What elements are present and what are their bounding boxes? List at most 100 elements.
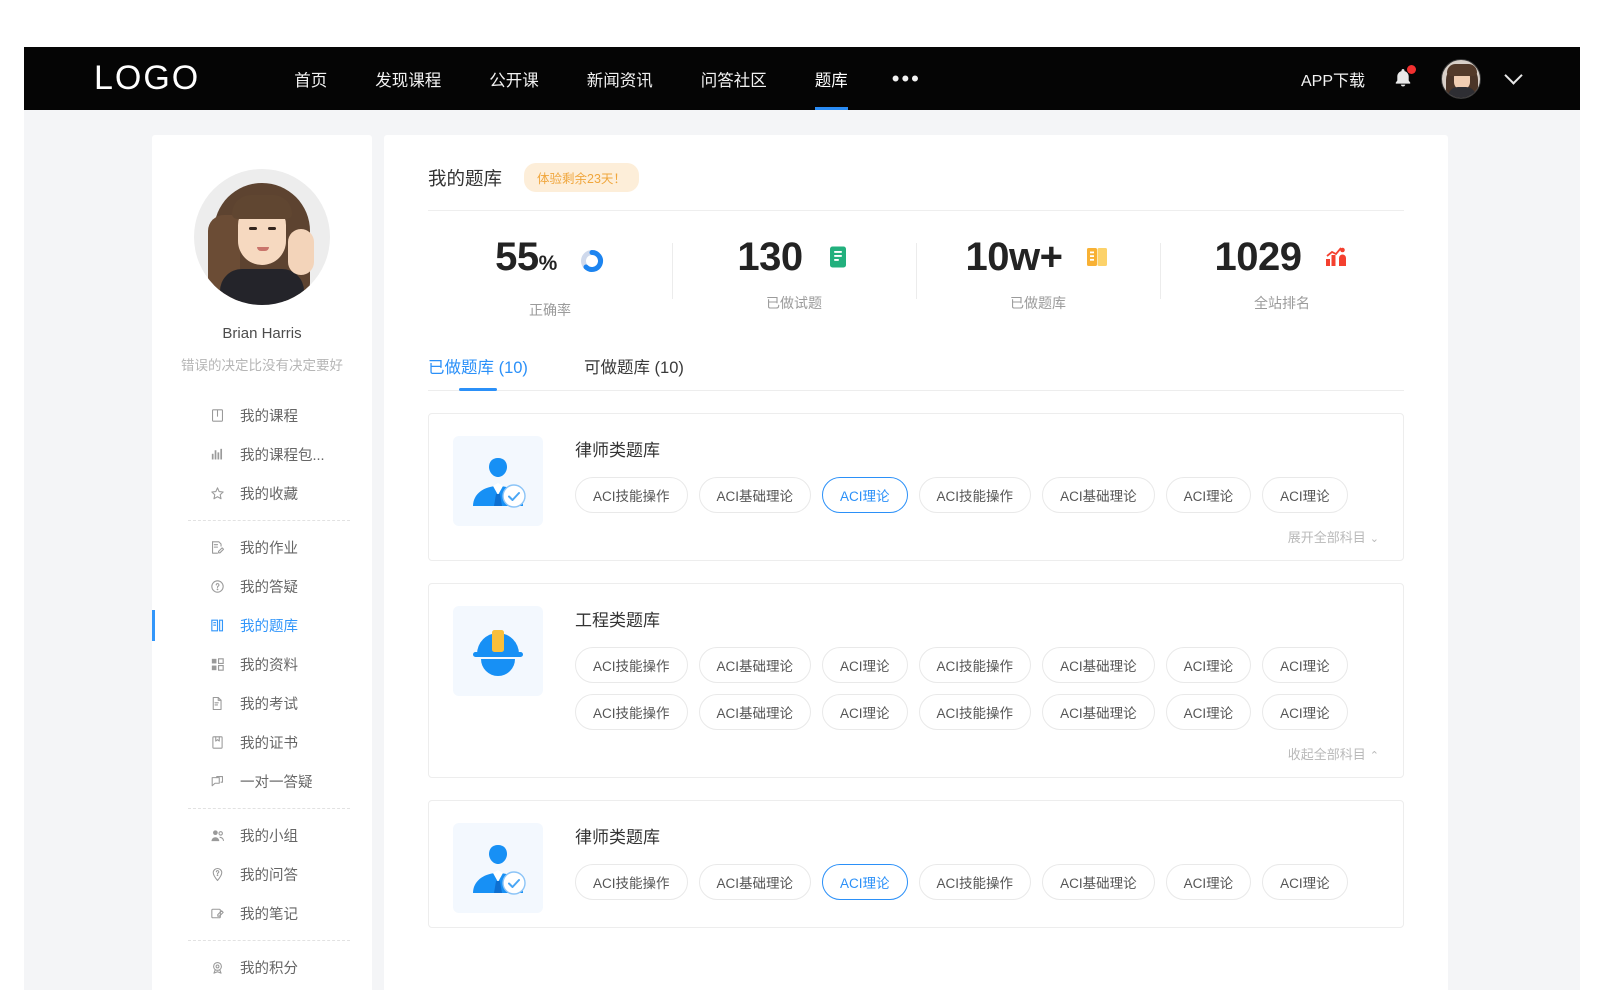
nav-item-label: 公开课 — [489, 67, 539, 91]
subject-chip[interactable]: ACI基础理论 — [1042, 864, 1155, 900]
subject-chip[interactable]: ACI技能操作 — [575, 477, 688, 513]
stats-row: 55%正确率130已做试题10w+已做题库1029全站排名 — [428, 211, 1404, 338]
sidebar-item-2[interactable]: 我的收藏 — [152, 474, 372, 513]
stat-value: 1029 — [1215, 235, 1302, 279]
subject-chip[interactable]: ACI理论 — [822, 477, 908, 513]
site-logo[interactable]: LOGO — [94, 59, 200, 98]
stat-value: 10w+ — [966, 235, 1063, 279]
medal-icon — [208, 959, 226, 977]
subject-chip[interactable]: ACI技能操作 — [919, 864, 1032, 900]
nav-item-0[interactable]: 首页 — [294, 47, 327, 110]
subject-chip[interactable]: ACI技能操作 — [919, 477, 1032, 513]
subject-chip[interactable]: ACI理论 — [1166, 647, 1252, 683]
subject-chip[interactable]: ACI基础理论 — [699, 647, 812, 683]
profile-avatar[interactable] — [194, 169, 330, 305]
stat-unit: % — [539, 252, 557, 275]
sidebar-item-6[interactable]: 我的题库 — [152, 606, 372, 645]
subject-chip[interactable]: ACI理论 — [1262, 647, 1348, 683]
more-menu-icon[interactable]: ••• — [892, 74, 921, 84]
avatar[interactable] — [1441, 59, 1481, 99]
nav-item-label: 首页 — [294, 67, 327, 91]
sidebar-item-label: 我的题库 — [240, 615, 298, 636]
trial-badge: 体验剩余23天！ — [524, 163, 639, 192]
subject-chip[interactable]: ACI技能操作 — [919, 694, 1032, 730]
subject-chip[interactable]: ACI基础理论 — [699, 477, 812, 513]
sidebar-item-label: 我的资料 — [240, 654, 298, 675]
sidebar-item-14[interactable]: 我的笔记 — [152, 894, 372, 933]
stat-card-2: 10w+已做题库 — [916, 235, 1160, 320]
chevron-toggle-icon: ⌃ — [1370, 750, 1379, 762]
subject-chip[interactable]: ACI技能操作 — [575, 864, 688, 900]
nav-item-5[interactable]: 题库 — [815, 47, 848, 110]
chevron-down-icon[interactable] — [1504, 66, 1522, 84]
subject-chip[interactable]: ACI理论 — [1262, 477, 1348, 513]
sidebar-item-label: 我的证书 — [240, 732, 298, 753]
subject-chip[interactable]: ACI基础理论 — [1042, 694, 1155, 730]
tab-0[interactable]: 已做题库 (10) — [428, 354, 528, 391]
sidebar-item-label: 我的收藏 — [240, 483, 298, 504]
stat-value-row: 55% — [495, 235, 605, 286]
subject-chip[interactable]: ACI基础理论 — [1042, 477, 1155, 513]
subject-chip[interactable]: ACI理论 — [822, 647, 908, 683]
question-bank-card[interactable]: 律师类题库ACI技能操作ACI基础理论ACI理论ACI技能操作ACI基础理论AC… — [428, 413, 1404, 561]
stat-label: 正确率 — [529, 300, 571, 320]
subject-chip[interactable]: ACI技能操作 — [575, 647, 688, 683]
header-right: APP下载 — [1301, 59, 1520, 99]
subject-chip[interactable]: ACI理论 — [1166, 864, 1252, 900]
profile-block: Brian Harris 错误的决定比没有决定要好 — [152, 135, 372, 374]
nav-item-4[interactable]: 问答社区 — [701, 47, 767, 110]
qa-pin-icon — [208, 866, 226, 884]
expand-subjects-toggle[interactable]: 展开全部科目⌄ — [575, 527, 1379, 546]
sidebar-item-label: 我的问答 — [240, 864, 298, 885]
app-download-link[interactable]: APP下载 — [1301, 67, 1365, 91]
nav-item-label: 新闻资讯 — [587, 67, 653, 91]
sidebar-item-8[interactable]: 我的考试 — [152, 684, 372, 723]
star-icon — [208, 485, 226, 503]
profile-name: Brian Harris — [152, 325, 372, 342]
subject-chip[interactable]: ACI技能操作 — [575, 694, 688, 730]
sidebar-item-0[interactable]: 我的课程 — [152, 396, 372, 435]
nav-item-3[interactable]: 新闻资讯 — [587, 47, 653, 110]
sidebar-item-label: 我的答疑 — [240, 576, 298, 597]
sidebar-item-label: 我的笔记 — [240, 903, 298, 924]
subject-chip[interactable]: ACI基础理论 — [699, 864, 812, 900]
notification-bell-icon[interactable] — [1391, 66, 1415, 92]
subject-chip[interactable]: ACI理论 — [822, 694, 908, 730]
subject-chip[interactable]: ACI理论 — [1262, 694, 1348, 730]
sidebar-item-1[interactable]: 我的课程包... — [152, 435, 372, 474]
subject-chip[interactable]: ACI理论 — [1262, 864, 1348, 900]
lawyer-avatar-icon — [453, 823, 543, 913]
sidebar-item-4[interactable]: 我的作业 — [152, 528, 372, 567]
sidebar-item-10[interactable]: 一对一答疑 — [152, 762, 372, 801]
subject-chip[interactable]: ACI理论 — [1166, 477, 1252, 513]
body-area: Brian Harris 错误的决定比没有决定要好 我的课程我的课程包... 我的… — [24, 110, 1580, 990]
chevron-toggle-icon: ⌄ — [1370, 533, 1379, 545]
expand-subjects-toggle[interactable]: 收起全部科目⌃ — [575, 744, 1379, 763]
stat-label: 全站排名 — [1254, 293, 1310, 313]
subject-chip-list: ACI技能操作 ACI基础理论 ACI理论 ACI技能操作 ACI基础理论 ACI理论 AC… — [575, 864, 1379, 900]
subject-chip[interactable]: ACI技能操作 — [919, 647, 1032, 683]
nav-item-1[interactable]: 发现课程 — [375, 47, 441, 110]
sidebar-item-12[interactable]: 我的小组 — [152, 816, 372, 855]
subject-chip[interactable]: ACI基础理论 — [1042, 647, 1155, 683]
sidebar-item-13[interactable]: 我的问答 — [152, 855, 372, 894]
sidebar-item-5[interactable]: 我的答疑 — [152, 567, 372, 606]
question-bank-card[interactable]: 工程类题库 ACI技能操作 ACI基础理论 ACI理论 ACI技能操作 ACI基础理论 AC… — [428, 583, 1404, 778]
tab-label: 可做题库 (10) — [584, 359, 684, 377]
subject-chip[interactable]: ACI理论 — [822, 864, 908, 900]
stat-number: 55 — [495, 235, 539, 279]
chat-bubble-icon — [208, 773, 226, 791]
donut-progress-icon — [579, 248, 605, 274]
subject-chip[interactable]: ACI理论 — [1166, 694, 1252, 730]
card-title: 工程类题库 — [575, 606, 1379, 631]
sidebar-item-16[interactable]: 我的积分 — [152, 948, 372, 987]
card-list: 律师类题库ACI技能操作ACI基础理论ACI理论ACI技能操作ACI基础理论AC… — [428, 413, 1404, 928]
stat-value-row: 130 — [737, 235, 850, 279]
sidebar-item-7[interactable]: 我的资料 — [152, 645, 372, 684]
card-body: 律师类题库ACI技能操作ACI基础理论ACI理论ACI技能操作ACI基础理论AC… — [575, 436, 1379, 546]
nav-item-2[interactable]: 公开课 — [489, 47, 539, 110]
question-bank-card[interactable]: 律师类题库ACI技能操作ACI基础理论ACI理论ACI技能操作ACI基础理论AC… — [428, 800, 1404, 928]
sidebar-item-9[interactable]: 我的证书 — [152, 723, 372, 762]
subject-chip[interactable]: ACI基础理论 — [699, 694, 812, 730]
tab-1[interactable]: 可做题库 (10) — [584, 354, 684, 391]
